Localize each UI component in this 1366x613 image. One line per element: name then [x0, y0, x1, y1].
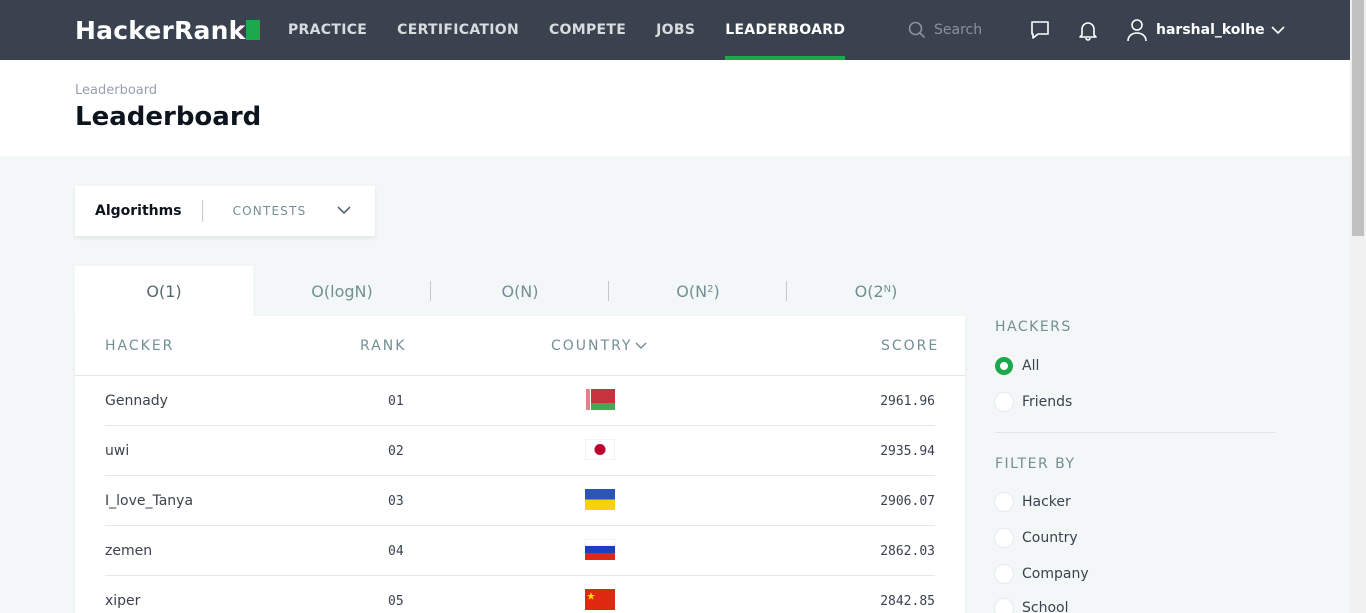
flag-ukraine-icon	[585, 489, 615, 510]
radio-hacker-label[interactable]: Hacker	[1022, 494, 1071, 510]
chevron-down-icon	[1271, 26, 1285, 35]
header-rank[interactable]: RANK	[360, 338, 406, 354]
page-header: Leaderboard Leaderboard	[0, 60, 1350, 156]
rank-value: 03	[388, 494, 404, 509]
user-icon	[1127, 19, 1147, 42]
radio-all[interactable]: All	[995, 357, 1039, 375]
tab-superscript: N	[883, 283, 892, 295]
logo-block	[246, 20, 261, 40]
tab-o-n[interactable]: O(N)	[431, 266, 609, 316]
tab-label: O(logN)	[311, 281, 373, 301]
tab-label: O(N)	[501, 281, 539, 301]
nav-practice[interactable]: PRACTICE	[288, 0, 367, 60]
radio-friends[interactable]: Friends	[995, 393, 1072, 411]
tab-label: O(N	[676, 281, 708, 301]
radio-company-label[interactable]: Company	[1022, 566, 1089, 582]
flag-belarus-icon	[585, 389, 615, 410]
header-score[interactable]: SCORE	[881, 338, 939, 354]
nav-compete[interactable]: COMPETE	[549, 0, 626, 60]
top-navbar: HackerRank PRACTICE CERTIFICATION COMPET…	[0, 0, 1350, 60]
rank-value: 04	[388, 544, 404, 559]
hacker-name[interactable]: Gennady	[105, 393, 168, 409]
nav-links: PRACTICE CERTIFICATION COMPETE JOBS LEAD…	[288, 0, 875, 60]
hackers-heading: HACKERS	[995, 319, 1072, 335]
tab-o-n-squared[interactable]: O(N 2)	[609, 266, 787, 316]
radio-school[interactable]: School	[995, 599, 1068, 613]
logo-text: HackerRank	[75, 15, 246, 45]
track-selector[interactable]: Algorithms CONTESTS	[75, 186, 375, 236]
radio-all-label[interactable]: All	[1022, 358, 1039, 374]
page-scrollbar[interactable]	[1350, 0, 1366, 613]
radio-hacker-dot[interactable]	[995, 493, 1013, 511]
chevron-down-icon	[635, 342, 647, 349]
score-value: 2842.85	[880, 594, 935, 609]
table-header: HACKER RANK COUNTRY SCORE	[75, 316, 965, 376]
scrollbar-thumb[interactable]	[1352, 0, 1364, 236]
page-title: Leaderboard	[75, 102, 262, 132]
notifications-icon[interactable]	[1077, 19, 1099, 41]
filter-divider	[995, 432, 1276, 433]
flag-japan-icon	[585, 439, 615, 460]
table-row: I_love_Tanya 03 2906.07	[105, 476, 935, 526]
radio-country-dot[interactable]	[995, 529, 1013, 547]
radio-company[interactable]: Company	[995, 565, 1089, 583]
tab-superscript: 2	[707, 283, 714, 295]
tab-label-tail: )	[713, 281, 720, 301]
header-hacker[interactable]: HACKER	[105, 338, 174, 354]
hacker-name[interactable]: I_love_Tanya	[105, 493, 193, 509]
leaderboard-table: HACKER RANK COUNTRY SCORE Gennady 01 296…	[75, 316, 965, 613]
complexity-tabs: O(1) O(logN) O(N) O(N 2) O(2 N)	[75, 266, 965, 316]
hackerrank-logo[interactable]: HackerRank	[75, 15, 261, 45]
user-menu[interactable]: harshal_kolhe	[1126, 16, 1285, 44]
tab-label-tail: )	[891, 281, 898, 301]
nav-leaderboard[interactable]: LEADERBOARD	[725, 0, 846, 60]
table-row: uwi 02 2935.94	[105, 426, 935, 476]
tab-o-1[interactable]: O(1)	[75, 266, 253, 316]
radio-school-dot[interactable]	[995, 599, 1013, 613]
track-divider	[201, 200, 203, 222]
score-value: 2906.07	[880, 494, 935, 509]
score-value: 2935.94	[880, 444, 935, 459]
rank-value: 05	[388, 594, 404, 609]
radio-country-label[interactable]: Country	[1022, 530, 1078, 546]
radio-all-dot[interactable]	[995, 357, 1013, 375]
table-row: Gennady 01 2961.96	[105, 376, 935, 426]
header-country[interactable]: COUNTRY	[551, 338, 647, 354]
flag-china-icon	[585, 589, 615, 610]
table-row: zemen 04 2862.03	[105, 526, 935, 576]
messages-icon[interactable]	[1029, 19, 1051, 41]
chevron-down-icon[interactable]	[337, 205, 351, 215]
nav-certification[interactable]: CERTIFICATION	[397, 0, 519, 60]
tab-label: O(1)	[146, 281, 182, 301]
radio-company-dot[interactable]	[995, 565, 1013, 583]
hacker-name[interactable]: xiper	[105, 593, 140, 609]
username: harshal_kolhe	[1156, 22, 1265, 38]
filter-by-heading: FILTER BY	[995, 456, 1076, 472]
flag-russia-icon	[585, 539, 615, 560]
tab-o-2-n[interactable]: O(2 N)	[787, 266, 965, 316]
search-icon	[908, 21, 926, 39]
rank-value: 01	[388, 394, 404, 409]
score-value: 2961.96	[880, 394, 935, 409]
nav-jobs[interactable]: JOBS	[656, 0, 695, 60]
header-country-label: COUNTRY	[551, 338, 633, 354]
hacker-name[interactable]: uwi	[105, 443, 129, 459]
hacker-name[interactable]: zemen	[105, 543, 152, 559]
breadcrumb[interactable]: Leaderboard	[75, 83, 157, 98]
rank-value: 02	[388, 444, 404, 459]
radio-hacker[interactable]: Hacker	[995, 493, 1071, 511]
tab-label: O(2	[854, 281, 884, 301]
table-row: xiper 05 2842.85	[105, 576, 935, 613]
search-input[interactable]	[934, 22, 1004, 38]
radio-country[interactable]: Country	[995, 529, 1078, 547]
contests-label[interactable]: CONTESTS	[233, 204, 307, 218]
radio-friends-label[interactable]: Friends	[1022, 394, 1072, 410]
search-box[interactable]	[908, 18, 1008, 42]
track-label[interactable]: Algorithms	[95, 203, 182, 219]
tab-o-logn[interactable]: O(logN)	[253, 266, 431, 316]
radio-school-label[interactable]: School	[1022, 600, 1068, 613]
radio-friends-dot[interactable]	[995, 393, 1013, 411]
score-value: 2862.03	[880, 544, 935, 559]
